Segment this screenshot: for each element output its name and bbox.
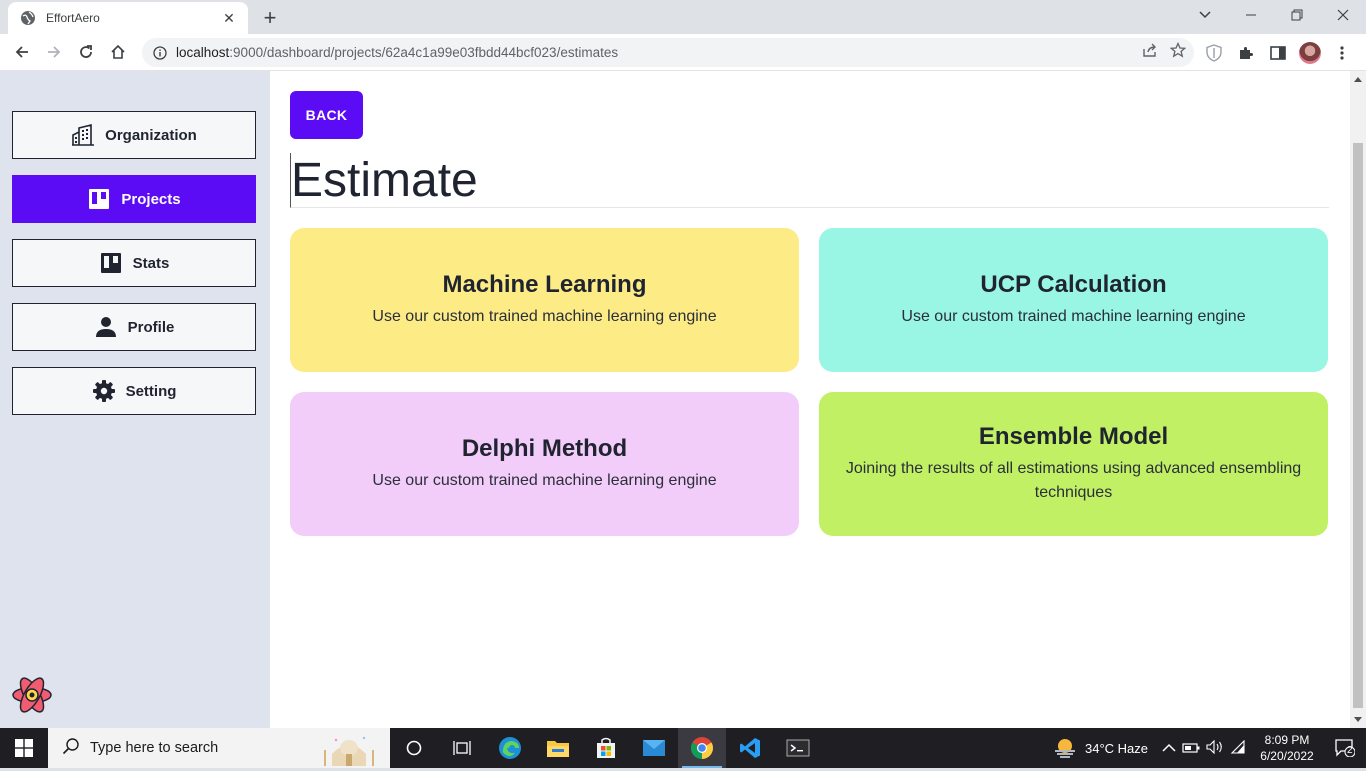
home-icon[interactable] — [102, 36, 134, 68]
scrollbar-thumb[interactable] — [1353, 143, 1363, 708]
puzzle-extensions-icon[interactable] — [1234, 41, 1258, 65]
notification-count: 2 — [1347, 745, 1353, 756]
new-tab-button[interactable]: + — [258, 6, 282, 30]
edge-browser-icon[interactable] — [486, 728, 534, 768]
restore-icon[interactable] — [1274, 0, 1320, 30]
card-title: Machine Learning — [442, 271, 647, 298]
star-bookmark-icon[interactable] — [1169, 41, 1187, 63]
react-devtools-icon[interactable] — [12, 675, 52, 715]
sidebar-item-profile[interactable]: Profile — [12, 303, 256, 351]
forward-arrow-icon[interactable] — [38, 36, 70, 68]
browser-tabstrip: EffortAero ✕ + — [0, 0, 1366, 34]
person-icon — [94, 315, 118, 339]
card-title: Ensemble Model — [978, 423, 1169, 450]
sidebar-item-projects[interactable]: Projects — [12, 175, 256, 223]
sidebar-item-organization[interactable]: Organization — [12, 111, 256, 159]
sidebar-item-label: Setting — [125, 382, 177, 400]
back-arrow-icon[interactable] — [6, 36, 38, 68]
browser-tab[interactable]: EffortAero ✕ — [8, 2, 248, 34]
terminal-icon[interactable] — [774, 728, 822, 768]
extension-icons — [1202, 34, 1354, 71]
weather-haze-icon — [1053, 736, 1077, 761]
card-description: Joining the results of all estimations u… — [845, 460, 1302, 501]
close-window-icon[interactable] — [1320, 0, 1366, 30]
sidebar-item-label: Projects — [121, 190, 181, 208]
kebab-menu-icon[interactable] — [1330, 41, 1354, 65]
sidebar-item-label: Stats — [132, 254, 170, 272]
search-placeholder: Type here to search — [90, 740, 219, 756]
card-title: UCP Calculation — [980, 271, 1167, 298]
minimize-icon[interactable] — [1228, 0, 1274, 30]
tab-title: EffortAero — [46, 11, 100, 25]
estimate-card-machine-learning[interactable]: Machine Learning Use our custom trained … — [290, 228, 799, 372]
weather-text: 34°C Haze — [1084, 740, 1148, 756]
trello-board-icon — [99, 251, 123, 275]
sidebar-item-label: Profile — [127, 318, 175, 336]
volume-icon[interactable] — [1206, 739, 1224, 757]
weather-widget[interactable]: 34°C Haze — [1053, 736, 1148, 761]
url-host: localhost — [176, 45, 230, 60]
gear-icon — [92, 379, 116, 403]
page-title: Estimate — [290, 153, 1329, 208]
shield-extension-icon[interactable] — [1202, 41, 1226, 65]
chevron-up-icon[interactable] — [1162, 741, 1176, 756]
url-path: :9000/dashboard/projects/62a4c1a99e03fbd… — [229, 45, 619, 60]
clock-time: 8:09 PM — [1264, 733, 1310, 747]
reload-icon[interactable] — [70, 36, 102, 68]
wifi-icon[interactable] — [1230, 739, 1246, 757]
globe-icon — [20, 10, 36, 26]
site-info-icon[interactable] — [152, 45, 168, 61]
close-tab-icon[interactable]: ✕ — [220, 9, 238, 27]
profile-avatar[interactable] — [1298, 41, 1322, 65]
sidebar: Organization Projects Stats Profile Sett… — [0, 71, 270, 728]
sidebar-item-stats[interactable]: Stats — [12, 239, 256, 287]
estimate-card-ensemble-model[interactable]: Ensemble Model Joining the results of al… — [819, 392, 1328, 536]
microsoft-store-icon[interactable] — [582, 728, 630, 768]
url-text: localhost:9000/dashboard/projects/62a4c1… — [176, 45, 618, 60]
sidebar-item-setting[interactable]: Setting — [12, 367, 256, 415]
estimate-card-ucp-calculation[interactable]: UCP Calculation Use our custom trained m… — [819, 228, 1328, 372]
clock[interactable]: 8:09 PM 6/20/2022 — [1254, 732, 1320, 764]
card-description: Use our custom trained machine learning … — [372, 472, 717, 489]
share-icon[interactable] — [1142, 42, 1158, 63]
window-controls — [1228, 0, 1366, 30]
search-icon — [62, 737, 80, 760]
windows-taskbar: Type here to search 34°C Haze 8:09 PM 6/… — [0, 728, 1366, 768]
scroll-down-arrow-icon[interactable] — [1354, 717, 1362, 722]
battery-icon[interactable] — [1182, 741, 1200, 756]
vscode-icon[interactable] — [726, 728, 774, 768]
side-panel-icon[interactable] — [1266, 41, 1290, 65]
notification-center-icon[interactable]: 2 — [1330, 728, 1360, 768]
mail-icon[interactable] — [630, 728, 678, 768]
system-tray: 34°C Haze 8:09 PM 6/20/2022 2 — [1053, 728, 1366, 768]
main-content: BACK Estimate Machine Learning Use our c… — [270, 71, 1350, 728]
chrome-icon[interactable] — [678, 728, 726, 768]
browser-toolbar: localhost:9000/dashboard/projects/62a4c1… — [0, 34, 1366, 71]
scroll-up-arrow-icon[interactable] — [1354, 77, 1362, 82]
file-explorer-icon[interactable] — [534, 728, 582, 768]
card-description: Use our custom trained machine learning … — [901, 308, 1246, 325]
clock-date: 6/20/2022 — [1260, 749, 1314, 763]
task-view-icon[interactable] — [438, 728, 486, 768]
trello-board-icon — [87, 187, 111, 211]
system-icons — [1162, 739, 1246, 757]
sidebar-item-label: Organization — [105, 126, 197, 144]
cortana-icon[interactable] — [390, 728, 438, 768]
taj-mahal-highlight-icon[interactable] — [314, 732, 384, 766]
building-icon — [71, 123, 95, 147]
taskbar-search-box[interactable]: Type here to search — [48, 728, 390, 768]
card-description: Use our custom trained machine learning … — [372, 308, 717, 325]
windows-start-icon[interactable] — [0, 728, 48, 768]
tab-search-icon[interactable] — [1192, 4, 1218, 26]
card-title: Delphi Method — [461, 435, 628, 462]
omnibox-actions — [1142, 38, 1187, 67]
back-button[interactable]: BACK — [290, 91, 363, 139]
address-bar[interactable]: localhost:9000/dashboard/projects/62a4c1… — [142, 38, 1194, 67]
estimate-card-delphi-method[interactable]: Delphi Method Use our custom trained mac… — [290, 392, 799, 536]
page-viewport: Organization Projects Stats Profile Sett… — [0, 71, 1366, 728]
vertical-scrollbar[interactable] — [1350, 71, 1366, 728]
